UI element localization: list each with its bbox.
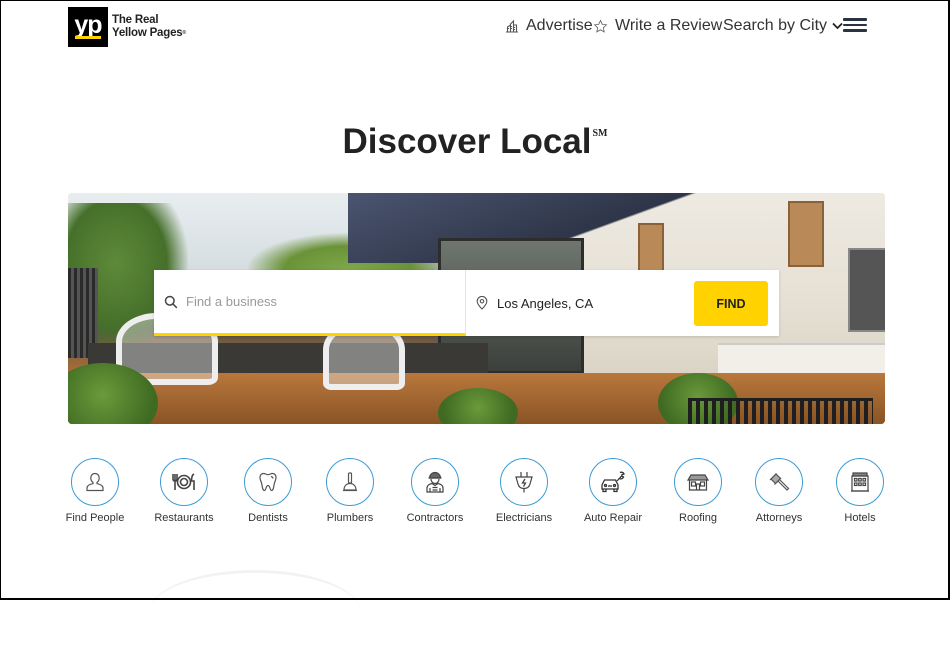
category-icon-circle (674, 458, 722, 506)
category-label: Roofing (679, 512, 717, 524)
category-label: Dentists (248, 512, 288, 524)
page-title: Discover LocalSM (0, 122, 950, 162)
nav-advertise-link[interactable]: Advertise (505, 17, 593, 35)
nav-write-review-label: Write a Review (615, 17, 723, 34)
nav-advertise-label: Advertise (526, 17, 593, 34)
category-label: Plumbers (326, 512, 374, 524)
logo-line-1: The Real (112, 14, 159, 26)
electric-plug-icon (515, 472, 533, 493)
category-icon-circle (411, 458, 459, 506)
service-mark: SM (592, 128, 608, 139)
category-dentists[interactable]: Dentists (223, 458, 313, 524)
plate-fork-knife-icon (172, 473, 195, 490)
yp-logo-text: The Real Yellow Pages® (112, 14, 186, 40)
logo-trademark: ® (182, 30, 186, 36)
star-outline-icon (593, 19, 608, 33)
car-wrench-icon (601, 471, 625, 493)
location-search-field[interactable]: FIND (466, 270, 779, 336)
banner-railing (688, 398, 873, 424)
yp-logo-mark: yp (68, 7, 108, 47)
hamburger-line (843, 23, 867, 26)
nav-search-by-city-dropdown[interactable]: Search by City (723, 17, 843, 35)
yp-logo-underline (75, 36, 101, 39)
find-button[interactable]: FIND (694, 281, 768, 326)
category-contractors[interactable]: Contractors (390, 458, 480, 524)
category-label: Restaurants (154, 512, 214, 524)
decorative-arc (150, 570, 360, 653)
yp-logo[interactable]: yp The Real Yellow Pages® (68, 7, 186, 47)
category-hotels[interactable]: Hotels (815, 458, 905, 524)
category-label: Hotels (844, 512, 876, 524)
hotel-building-icon (851, 472, 869, 492)
chart-building-icon (506, 19, 518, 33)
nav-write-review-link[interactable]: Write a Review (593, 17, 722, 35)
category-label: Contractors (406, 512, 464, 524)
yp-logo-letters: yp (74, 11, 102, 39)
gavel-icon (769, 473, 790, 491)
category-restaurants[interactable]: Restaurants (139, 458, 229, 524)
banner-shelf (788, 201, 824, 267)
location-search-input[interactable] (497, 295, 677, 311)
hamburger-line (843, 29, 867, 32)
chevron-down-icon (832, 22, 843, 30)
plunger-icon (343, 472, 357, 492)
nav-search-by-city-label: Search by City (723, 17, 828, 34)
category-attorneys[interactable]: Attorneys (734, 458, 824, 524)
category-plumbers[interactable]: Plumbers (305, 458, 395, 524)
banner-oven (848, 248, 885, 332)
category-icon-circle (589, 458, 637, 506)
category-find-people[interactable]: Find People (50, 458, 140, 524)
hamburger-menu-button[interactable] (843, 18, 867, 32)
category-icon-circle (160, 458, 208, 506)
person-icon (86, 472, 104, 492)
category-label: Attorneys (755, 512, 803, 524)
house-roof-icon (686, 474, 710, 491)
category-icon-circle (836, 458, 884, 506)
worker-hardhat-icon (426, 471, 444, 493)
business-search-input[interactable] (186, 294, 436, 309)
category-electricians[interactable]: Electricians (479, 458, 569, 524)
search-bar: FIND (154, 270, 779, 336)
category-icon-circle (755, 458, 803, 506)
category-label: Find People (65, 512, 125, 524)
hamburger-line (843, 18, 867, 21)
location-pin-icon (476, 296, 488, 310)
category-label: Auto Repair (583, 512, 643, 524)
category-icon-circle (244, 458, 292, 506)
search-icon (164, 295, 178, 308)
tooth-icon (259, 472, 277, 492)
category-icon-circle (500, 458, 548, 506)
category-label: Electricians (495, 512, 553, 524)
category-list: Find People Restaurants Dentists Plumber… (0, 458, 950, 528)
business-search-field[interactable] (154, 270, 466, 336)
category-auto-repair[interactable]: Auto Repair (568, 458, 658, 524)
banner-shelf (638, 223, 664, 273)
category-icon-circle (71, 458, 119, 506)
page-title-text: Discover Local (342, 122, 592, 161)
logo-line-2: Yellow Pages (112, 27, 183, 39)
category-roofing[interactable]: Roofing (653, 458, 743, 524)
category-icon-circle (326, 458, 374, 506)
